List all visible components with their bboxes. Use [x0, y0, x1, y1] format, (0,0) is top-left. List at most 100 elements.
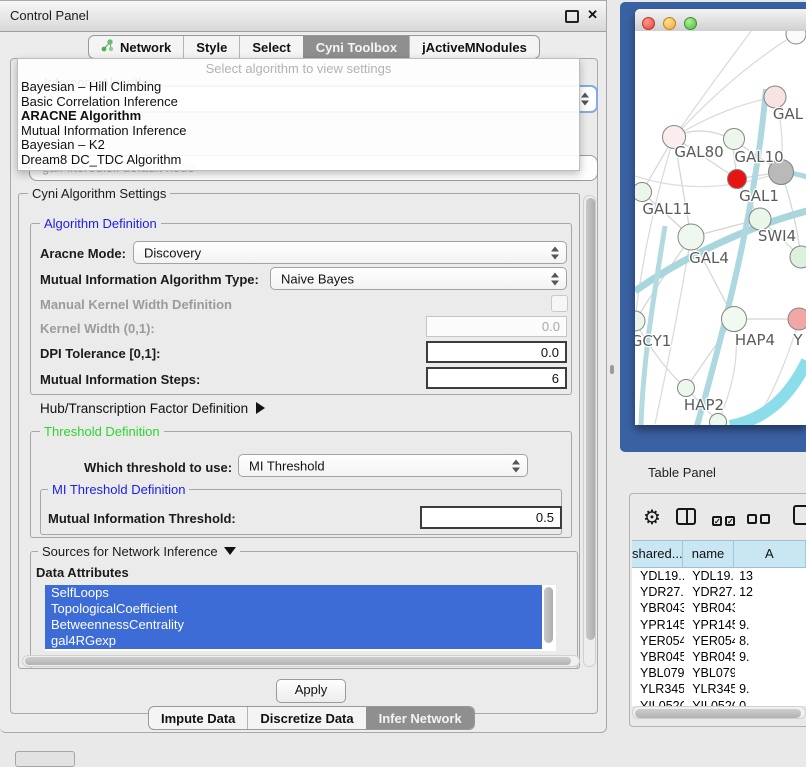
tab-cyni-toolbox[interactable]: Cyni Toolbox: [303, 36, 409, 58]
dpi-tolerance-field[interactable]: 0.0: [426, 341, 567, 363]
node-label: SWI4: [758, 227, 796, 245]
settings-hscrollbar[interactable]: [22, 655, 580, 667]
mi-steps-field[interactable]: 6: [426, 367, 567, 389]
table-row[interactable]: YDR27...YDR27...12: [632, 584, 806, 600]
network-node[interactable]: [678, 224, 704, 250]
node-label: GAL: [773, 105, 804, 123]
kernel-width-field[interactable]: 0.0: [426, 316, 567, 337]
attribute-item[interactable]: BetweennessCentrality: [45, 617, 542, 633]
chevron-updown-icon: [512, 459, 521, 472]
panel-vscrollbar[interactable]: [583, 195, 596, 667]
triangle-down-icon: [224, 547, 236, 555]
control-panel-window: Control Panel ✕ Network Style Select Cyn…: [0, 0, 607, 733]
mi-type-label: Mutual Information Algorithm Type:: [40, 272, 259, 287]
float-window-icon[interactable]: [565, 10, 579, 23]
network-window-titlebar: [635, 9, 806, 32]
table-row[interactable]: YBR045CYBR045C9.: [632, 649, 806, 665]
network-node[interactable]: [786, 31, 806, 44]
panel-resize-handle[interactable]: [610, 365, 614, 374]
attribute-item[interactable]: SelfLoops: [45, 585, 542, 601]
network-node[interactable]: [635, 183, 652, 202]
table-row[interactable]: YDL19...YDL19...13: [632, 568, 806, 584]
table-header-cell[interactable]: A: [734, 541, 806, 567]
table-row[interactable]: YER054CYER054C8.: [632, 633, 806, 649]
chevron-updown-icon: [551, 246, 560, 259]
dropdown-placeholder: Select algorithm to view settings: [18, 59, 579, 80]
algorithm-option[interactable]: Dream8 DC_TDC Algorithm: [18, 153, 579, 168]
clear-selection-icon[interactable]: [747, 511, 773, 529]
list-vscrollbar[interactable]: [544, 587, 553, 643]
mi-threshold-field[interactable]: 0.5: [420, 506, 562, 529]
table-row[interactable]: YIL052CYIL052C0.: [632, 698, 806, 707]
bottom-tab-bar: Impute Data Discretize Data Infer Networ…: [148, 706, 475, 730]
network-node[interactable]: [678, 380, 695, 397]
manual-kernel-label: Manual Kernel Width Definition: [40, 297, 232, 312]
table-hscrollbar[interactable]: [632, 706, 806, 719]
aracne-mode-combo[interactable]: Discovery: [133, 241, 567, 264]
manual-kernel-checkbox[interactable]: [551, 295, 568, 312]
settings-group-title: Cyni Algorithm Settings: [28, 186, 170, 201]
kernel-width-label: Kernel Width (0,1):: [40, 321, 155, 336]
attribute-item[interactable]: gal4RGexp: [45, 633, 542, 649]
mi-algorithm-type-combo[interactable]: Naive Bayes: [270, 267, 567, 290]
aracne-mode-label: Aracne Mode:: [40, 246, 126, 261]
triangle-right-icon: [256, 402, 265, 414]
tab-select[interactable]: Select: [239, 36, 302, 58]
algorithm-option[interactable]: Mutual Information Inference: [18, 124, 579, 139]
bottom-left-widget[interactable]: [15, 751, 75, 767]
table-row[interactable]: YLR345WYLR345W9.: [632, 681, 806, 697]
table-row[interactable]: YPR145WYPR145W9.: [632, 617, 806, 633]
which-threshold-combo[interactable]: MI Threshold: [238, 454, 528, 477]
clipped-toolbar-icon[interactable]: [793, 505, 806, 525]
node-label: HAP2: [684, 396, 724, 414]
apply-button[interactable]: Apply: [276, 679, 346, 703]
network-node[interactable]: [635, 311, 645, 331]
node-label: Y: [792, 331, 803, 349]
tab-jactivemnodules[interactable]: jActiveMNodules: [409, 36, 539, 58]
split-view-icon[interactable]: [676, 508, 696, 525]
tab-discretize-data[interactable]: Discretize Data: [247, 707, 365, 729]
mi-threshold-label: Mutual Information Threshold:: [48, 511, 236, 526]
attribute-item[interactable]: TopologicalCoefficient: [45, 601, 542, 617]
close-traffic-button[interactable]: [642, 17, 655, 30]
network-edge[interactable]: [730, 361, 806, 425]
minimize-traffic-button[interactable]: [663, 17, 676, 30]
tab-style[interactable]: Style: [183, 36, 239, 58]
node-label: GAL4: [689, 249, 729, 267]
sources-title[interactable]: Sources for Network Inference: [38, 544, 240, 559]
network-node[interactable]: [722, 307, 747, 332]
dpi-tolerance-label: DPI Tolerance [0,1]:: [40, 346, 160, 361]
table-header-cell[interactable]: name: [683, 541, 733, 567]
select-all-icon[interactable]: ✓✓: [712, 511, 738, 529]
node-label: GAL1: [739, 187, 779, 205]
network-node[interactable]: [724, 129, 745, 150]
algorithm-dropdown-popup: Select algorithm to view settings Bayesi…: [17, 58, 580, 171]
algorithm-option[interactable]: Basic Correlation Inference: [18, 95, 579, 110]
close-icon[interactable]: ✕: [587, 7, 598, 23]
zoom-traffic-button[interactable]: [684, 17, 697, 30]
network-canvas[interactable]: GALGAL80GAL10GAL1GAL11SWI4GAL4GCY1HAP4YH…: [635, 31, 806, 425]
node-label: GCY1: [635, 332, 671, 350]
network-node[interactable]: [728, 170, 747, 189]
hub-section-toggle[interactable]: Hub/Transcription Factor Definition: [40, 401, 265, 416]
node-label: GAL80: [674, 143, 723, 161]
tab-infer-network[interactable]: Infer Network: [366, 707, 474, 729]
algorithm-option[interactable]: Bayesian – Hill Climbing: [18, 80, 579, 95]
table-row[interactable]: YBL079WYBL079W: [632, 665, 806, 681]
table-panel-title: Table Panel: [648, 465, 716, 480]
which-threshold-label: Which threshold to use:: [84, 460, 232, 475]
network-icon: [101, 39, 114, 55]
network-node[interactable]: [788, 308, 806, 330]
algorithm-option[interactable]: Bayesian – K2: [18, 138, 579, 153]
chevron-updown-icon: [551, 272, 560, 285]
network-edge[interactable]: [635, 172, 781, 187]
network-edge[interactable]: [674, 31, 755, 137]
chevron-updown-icon: [581, 93, 590, 106]
control-panel-titlebar: Control Panel ✕: [0, 1, 606, 32]
tab-impute-data[interactable]: Impute Data: [149, 707, 247, 729]
tab-network[interactable]: Network: [89, 36, 183, 58]
table-row[interactable]: YBR043CYBR043C: [632, 600, 806, 616]
settings-gear-icon[interactable]: ⚙: [643, 505, 661, 530]
algorithm-option[interactable]: ARACNE Algorithm: [18, 109, 579, 124]
table-header-cell[interactable]: shared...: [632, 541, 683, 567]
